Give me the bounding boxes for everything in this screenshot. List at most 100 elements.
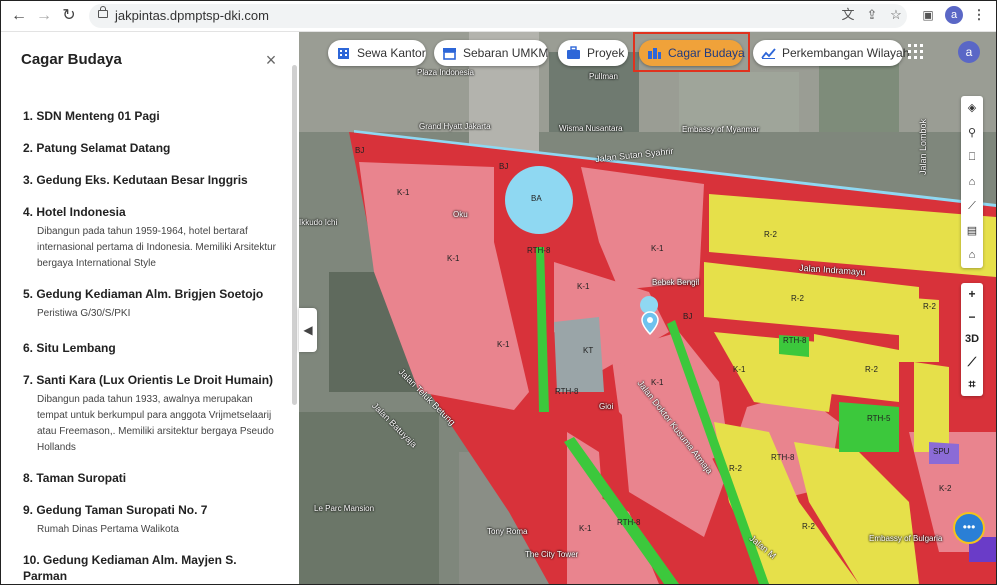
zone-label: R-2 [729, 464, 742, 473]
collapse-sidebar-button[interactable]: ◀ [299, 308, 317, 352]
tab-label: Proyek [587, 46, 625, 60]
kebab-menu-icon[interactable]: ⋮ [970, 6, 988, 24]
zone-label: R-2 [791, 294, 804, 303]
zone-label: K-1 [447, 254, 460, 263]
browser-window: ← → ↻ jakpintas.dpmptsp-dki.com 文 ⇪ ☆ ▣ … [0, 0, 997, 585]
list-item[interactable]: 5. Gedung Kediaman Alm. Brigjen Soetojo … [1, 286, 299, 322]
street-label: Jalan Lombok [918, 118, 929, 176]
place-label: Le Parc Mansion [314, 504, 375, 513]
side-panel-icon[interactable]: ▣ [919, 6, 937, 24]
place-label: Grand Hyatt Jakarta [419, 122, 491, 131]
place-label: Embassy of Myanmar [682, 125, 760, 134]
zone-label: SPU [933, 447, 950, 456]
tab-label: Perkembangan Wilayah [782, 46, 910, 60]
zone-label: K-1 [579, 524, 592, 533]
tab-proyek[interactable]: Proyek [558, 40, 628, 66]
tab-label: Sewa Kantor [357, 46, 426, 60]
chat-bubble-icon[interactable]: ••• [953, 512, 985, 544]
list-item-title: 10. Gedung Kediaman Alm. Mayjen S. Parma… [23, 553, 237, 583]
reload-icon[interactable]: ↻ [59, 6, 79, 26]
bookmark-star-icon[interactable]: ☆ [887, 6, 905, 24]
url-text: jakpintas.dpmptsp-dki.com [115, 8, 269, 23]
list-item-title: 4. Hotel Indonesia [23, 205, 126, 219]
zone-label: K-1 [651, 244, 664, 253]
view-3d-button[interactable]: 3D [961, 328, 983, 351]
list-item-title: 3. Gedung Eks. Kedutaan Besar Inggris [23, 173, 248, 187]
heritage-list: 1. SDN Menteng 01 Pagi 2. Patung Selamat… [1, 108, 299, 584]
forward-arrow-icon[interactable]: → [34, 6, 54, 26]
zoom-in-button[interactable]: + [961, 283, 983, 306]
place-label: Bebek Bengil [652, 278, 700, 287]
zone-label: R-2 [802, 522, 815, 531]
sidebar-scrollbar[interactable] [292, 65, 297, 405]
chart-icon[interactable]: ⟋ [961, 194, 983, 219]
zone-label: KT [583, 346, 594, 355]
tab-sebaran-umkm[interactable]: Sebaran UMKM [434, 40, 548, 66]
zone-label: R-2 [764, 230, 777, 239]
tab-perkembangan-wilayah[interactable]: Perkembangan Wilayah [753, 40, 909, 66]
back-arrow-icon[interactable]: ← [9, 6, 29, 26]
zone-label: RTH-8 [527, 246, 551, 255]
list-item-title: 2. Patung Selamat Datang [23, 141, 171, 155]
zoom-out-button[interactable]: − [961, 306, 983, 329]
layers-icon[interactable]: ◈ [961, 96, 983, 121]
apps-grid-icon[interactable] [908, 44, 924, 60]
office-building-icon [338, 48, 349, 59]
tab-sewa-kantor[interactable]: Sewa Kantor [328, 40, 426, 66]
zone-label: K-1 [497, 340, 510, 349]
zone-label: BJ [499, 162, 509, 171]
list-item[interactable]: 10. Gedung Kediaman Alm. Mayjen S. Parma… [1, 552, 299, 584]
list-item[interactable]: 3. Gedung Eks. Kedutaan Besar Inggris [1, 172, 299, 188]
place-label: Oku [453, 210, 468, 219]
list-item[interactable]: 4. Hotel Indonesia Dibangun pada tahun 1… [1, 204, 299, 272]
trend-chart-icon [761, 48, 776, 59]
place-label: Pullman [589, 72, 618, 81]
zone-label: BA [531, 194, 542, 203]
zoning-map[interactable]: Plaza Indonesia Pullman Grand Hyatt Jaka… [299, 32, 996, 584]
address-bar[interactable]: jakpintas.dpmptsp-dki.com [89, 4, 907, 28]
sidebar-title: Cagar Budaya [21, 51, 122, 68]
list-item-title: 5. Gedung Kediaman Alm. Brigjen Soetojo [23, 287, 264, 301]
share-icon[interactable]: ⇪ [863, 6, 881, 24]
document-icon[interactable]: ▤ [961, 219, 983, 244]
place-label: The City Tower [525, 550, 579, 559]
place-label: Wisma Nusantara [559, 124, 623, 133]
heritage-sidebar: Cagar Budaya × 1. SDN Menteng 01 Pagi 2.… [1, 32, 299, 584]
list-item-title: 7. Santi Kara (Lux Orientis Le Droit Hum… [23, 373, 274, 387]
list-item[interactable]: 7. Santi Kara (Lux Orientis Le Droit Hum… [1, 372, 299, 456]
zone-label: K-1 [577, 282, 590, 291]
profile-avatar[interactable]: a [945, 6, 963, 24]
place-label: Gioi [599, 402, 614, 411]
measure-area-icon[interactable]: ⌗ [961, 373, 983, 396]
place-label: Tony Roma [487, 527, 528, 536]
zone-label: RTH-8 [771, 453, 795, 462]
bookmark-icon[interactable]: ⎕ [961, 145, 983, 170]
list-item[interactable]: 9. Gedung Taman Suropati No. 7 Rumah Din… [1, 502, 299, 538]
tab-label: Sebaran UMKM [463, 46, 549, 60]
pin-icon[interactable]: ⚲ [961, 121, 983, 146]
translate-icon[interactable]: 文 [839, 6, 857, 24]
zone-label: RTH-8 [783, 336, 807, 345]
building-icon[interactable]: ⌂ [961, 170, 983, 195]
list-item[interactable]: 6. Situ Lembang [1, 340, 299, 356]
home-icon[interactable]: ⌂ [961, 243, 983, 268]
list-item[interactable]: 1. SDN Menteng 01 Pagi [1, 108, 299, 124]
zone-label: K-1 [733, 365, 746, 374]
list-item-description: Peristiwa G/30/S/PKI [37, 308, 131, 319]
active-tab-highlight [633, 32, 750, 72]
lock-icon [98, 6, 108, 18]
zoom-controls: + − 3D ⟋ ⌗ [961, 283, 983, 396]
list-item[interactable]: 2. Patung Selamat Datang [1, 140, 299, 156]
measure-line-icon[interactable]: ⟋ [961, 351, 983, 374]
map-canvas [299, 32, 996, 584]
place-label: Embassy of Bulgaria [869, 534, 943, 543]
user-avatar[interactable]: a [958, 41, 980, 63]
zone-label: RTH-5 [867, 414, 891, 423]
zone-label: K-2 [939, 484, 952, 493]
close-icon[interactable]: × [263, 50, 279, 71]
zone-label: RTH-8 [555, 387, 579, 396]
zone-label: K-1 [397, 188, 410, 197]
list-item-description: Dibangun pada tahun 1959-1964, hotel ber… [37, 226, 276, 269]
list-item-description: Rumah Dinas Pertama Walikota [37, 524, 179, 535]
list-item[interactable]: 8. Taman Suropati [1, 470, 299, 486]
